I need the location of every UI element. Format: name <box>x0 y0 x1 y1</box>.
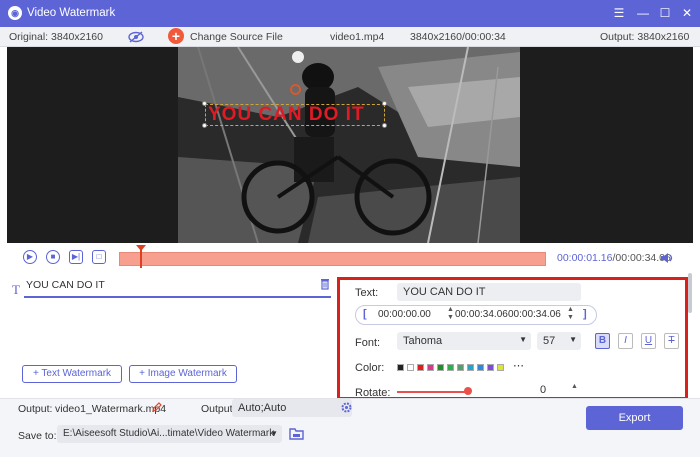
add-image-watermark-label: Image Watermark <box>147 368 227 379</box>
maximize-icon[interactable]: ☐ <box>658 6 672 20</box>
watermark-overlay-text: YOU CAN DO IT <box>208 104 365 125</box>
original-resolution: Original: 3840x2160 <box>9 31 103 43</box>
trash-icon[interactable] <box>320 278 330 290</box>
minimize-icon[interactable]: — <box>636 6 650 20</box>
folder-icon[interactable] <box>289 427 304 440</box>
video-frame <box>178 47 520 243</box>
watermark-item-underline <box>24 296 331 298</box>
output-filename: video1_Watermark.mp4 <box>55 403 167 415</box>
output-settings-field[interactable]: Auto;Auto <box>232 399 352 417</box>
add-source-icon[interactable]: + <box>168 28 184 44</box>
add-image-watermark-button[interactable]: + Image Watermark <box>129 365 237 383</box>
resize-handle[interactable] <box>202 101 207 106</box>
menu-icon[interactable]: ☰ <box>612 6 626 20</box>
volume-icon[interactable] <box>660 252 674 264</box>
video-frame-image <box>178 47 520 243</box>
playhead-marker-icon[interactable] <box>136 245 146 251</box>
resize-handle[interactable] <box>382 101 387 106</box>
add-text-watermark-label: Text Watermark <box>41 368 112 379</box>
add-text-watermark-button[interactable]: + Text Watermark <box>22 365 122 383</box>
watermark-item-label[interactable]: YOU CAN DO IT <box>26 279 105 291</box>
title-bar: ◉ Video Watermark ☰ — ☐ ✕ <box>0 0 700 27</box>
output-settings-label: Output: <box>201 403 236 415</box>
rotate-handle-icon[interactable] <box>290 84 301 95</box>
close-icon[interactable]: ✕ <box>680 6 694 20</box>
gear-icon[interactable] <box>341 402 352 413</box>
chevron-down-icon: ▼ <box>270 429 278 438</box>
source-meta: 3840x2160/00:00:34 <box>410 31 506 43</box>
timecode: 00:00:01.16/00:00:34.06 <box>557 252 671 264</box>
eye-hidden-icon[interactable] <box>128 31 144 43</box>
edit-pencil-icon[interactable] <box>152 402 162 412</box>
app-logo-icon: ◉ <box>8 6 22 20</box>
change-source-button[interactable]: Change Source File <box>190 31 283 43</box>
highlight-frame <box>337 277 688 400</box>
resize-handle[interactable] <box>202 123 207 128</box>
current-time: 00:00:01.16 <box>557 252 613 264</box>
output-label: Output: <box>18 403 53 415</box>
stop-icon[interactable]: ■ <box>46 250 60 264</box>
window-title: Video Watermark <box>27 7 116 19</box>
save-path-select[interactable]: E:\Aiseesoft Studio\Ai...timate\Video Wa… <box>57 425 282 443</box>
save-to-label: Save to: <box>18 430 57 442</box>
fullscreen-icon[interactable]: □ <box>92 250 106 264</box>
resize-handle[interactable] <box>382 123 387 128</box>
properties-scrollbar[interactable] <box>688 273 692 313</box>
info-bar: Original: 3840x2160 + Change Source File… <box>0 27 700 47</box>
text-type-icon: T <box>12 282 20 297</box>
timeline-track[interactable] <box>119 252 546 266</box>
play-icon[interactable]: ▶ <box>23 250 37 264</box>
output-resolution: Output: 3840x2160 <box>600 31 690 43</box>
plus-icon: + <box>139 368 148 379</box>
save-path-value: E:\Aiseesoft Studio\Ai...timate\Video Wa… <box>63 428 275 439</box>
source-filename: video1.mp4 <box>330 31 385 43</box>
export-button[interactable]: Export <box>586 406 683 430</box>
next-frame-icon[interactable]: ▶| <box>69 250 83 264</box>
